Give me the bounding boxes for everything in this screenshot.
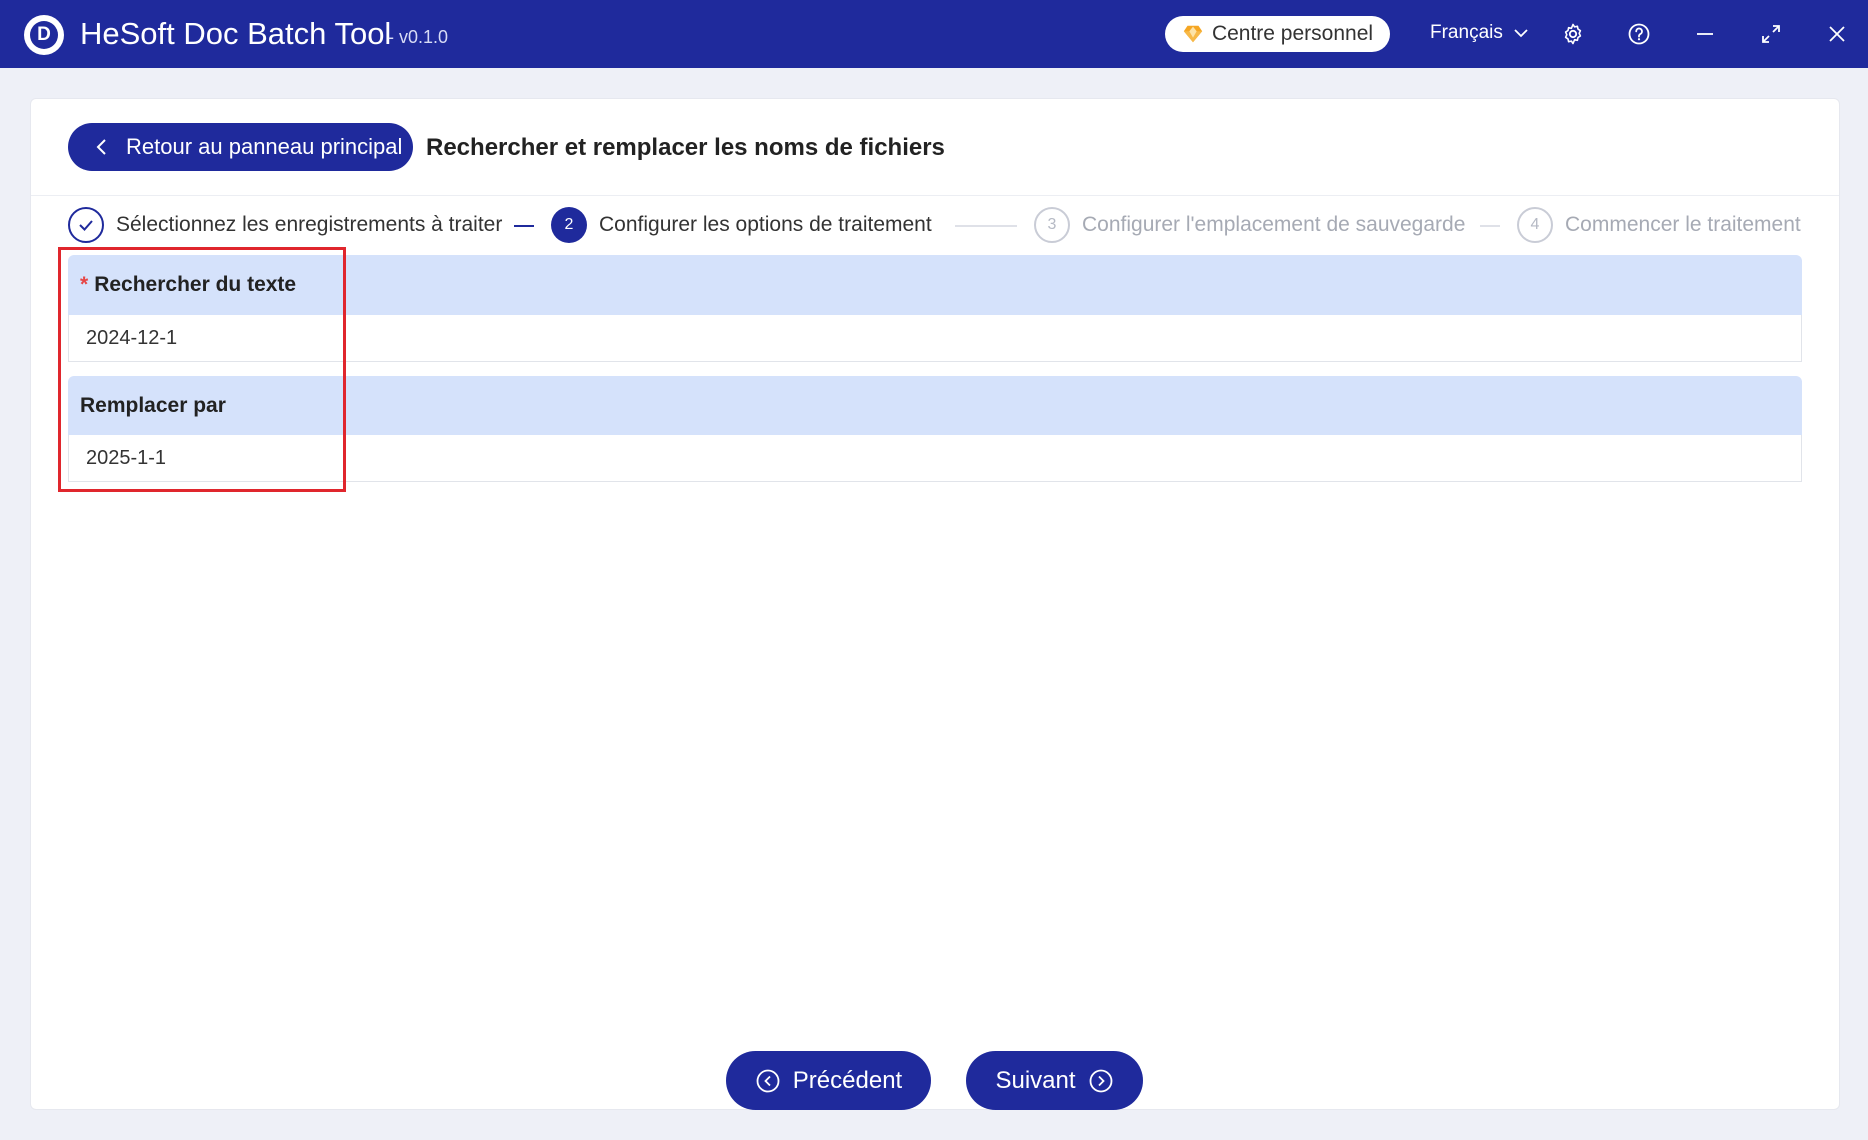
check-icon: [68, 207, 104, 243]
step-3-label: Configurer l'emplacement de sauvegarde: [1082, 213, 1466, 236]
replace-with-field-header: Remplacer par: [68, 376, 1802, 436]
centre-personnel-button[interactable]: Centre personnel: [1165, 16, 1390, 52]
app-title: HeSoft Doc Batch Tool: [80, 16, 392, 51]
chevron-down-icon: [1514, 29, 1528, 38]
minimize-icon[interactable]: [1689, 18, 1721, 50]
step-connector-1: [514, 225, 534, 227]
step-4-number: 4: [1517, 207, 1553, 243]
replace-with-input[interactable]: 2025-1-1: [68, 435, 1802, 482]
step-1-label: Sélectionnez les enregistrements à trait…: [116, 213, 503, 236]
step-2: 2 Configurer les options de traitement: [551, 207, 932, 243]
circle-chevron-left-icon: [756, 1069, 780, 1092]
help-icon[interactable]: [1623, 18, 1655, 50]
search-text-field-header: * Rechercher du texte: [68, 255, 1802, 315]
maximize-icon[interactable]: [1755, 18, 1787, 50]
required-mark: *: [80, 273, 89, 296]
app-logo-letter: D: [30, 21, 58, 49]
back-to-main-button[interactable]: Retour au panneau principal: [68, 123, 413, 171]
replace-with-label: Remplacer par: [80, 394, 226, 417]
page-title: Rechercher et remplacer les noms de fich…: [426, 134, 945, 161]
step-connector-2: [955, 225, 1017, 227]
next-button-label: Suivant: [995, 1066, 1076, 1094]
replace-with-value: 2025-1-1: [86, 446, 167, 469]
app-logo-icon: D: [24, 15, 64, 55]
step-1: Sélectionnez les enregistrements à trait…: [68, 207, 502, 243]
language-label: Français: [1430, 22, 1503, 43]
window-bottom-edge: [0, 1124, 1868, 1140]
diamond-icon: [1183, 25, 1203, 43]
next-button[interactable]: Suivant: [966, 1051, 1143, 1110]
title-bar: D HeSoft Doc Batch Tool - v0.1.0 Centre …: [0, 0, 1868, 68]
back-button-label: Retour au panneau principal: [126, 134, 403, 159]
header-divider: [31, 195, 1839, 196]
gear-icon[interactable]: [1557, 18, 1589, 50]
step-3-number: 3: [1034, 207, 1070, 243]
search-text-input[interactable]: 2024-12-1: [68, 315, 1802, 362]
previous-button-label: Précédent: [792, 1066, 903, 1094]
step-3: 3 Configurer l'emplacement de sauvegarde: [1034, 207, 1465, 243]
chevron-left-icon: [96, 139, 106, 155]
search-text-label: Rechercher du texte: [94, 273, 297, 296]
step-4-label: Commencer le traitement: [1565, 213, 1801, 236]
step-2-number: 2: [551, 207, 587, 243]
main-card: [30, 98, 1840, 1110]
close-icon[interactable]: [1821, 18, 1853, 50]
step-4: 4 Commencer le traitement: [1517, 207, 1801, 243]
language-select[interactable]: Français: [1430, 22, 1529, 44]
previous-button[interactable]: Précédent: [726, 1051, 931, 1110]
circle-chevron-right-icon: [1089, 1069, 1112, 1092]
app-version: - v0.1.0: [388, 27, 449, 47]
step-2-label: Configurer les options de traitement: [599, 213, 932, 236]
centre-personnel-label: Centre personnel: [1211, 22, 1374, 45]
step-connector-3: [1480, 225, 1500, 227]
search-text-value: 2024-12-1: [86, 326, 178, 349]
